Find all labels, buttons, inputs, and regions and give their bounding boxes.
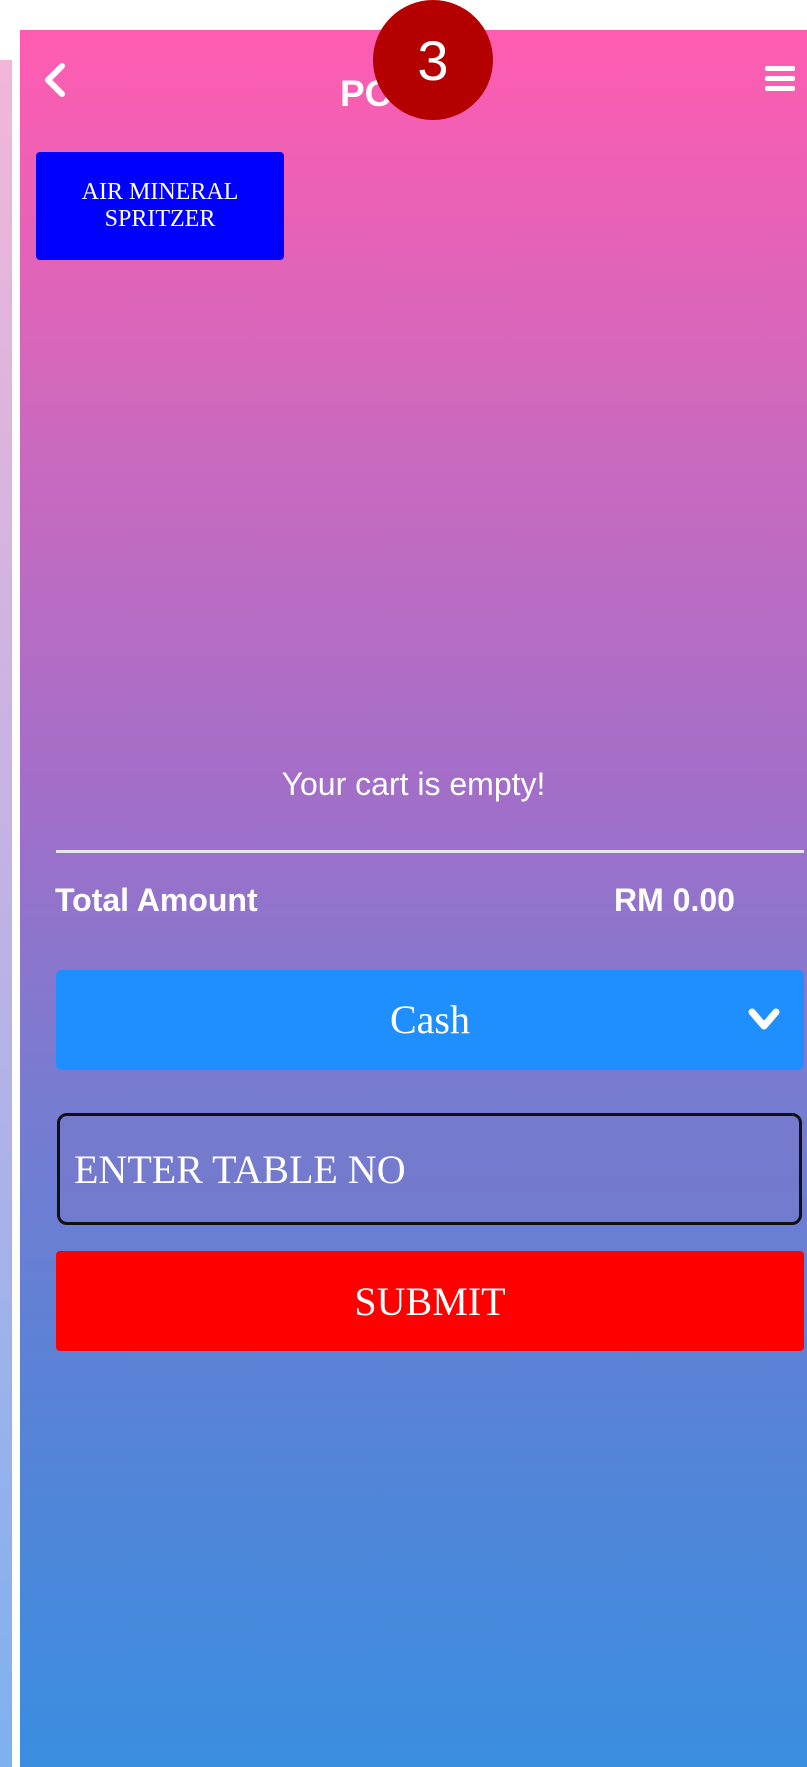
payment-method-value: Cash <box>390 997 470 1042</box>
product-label: AIR MINERAL SPRITZER <box>81 179 239 232</box>
panel-gap <box>12 60 20 1767</box>
hamburger-menu-icon[interactable] <box>763 62 797 96</box>
chevron-left-icon[interactable] <box>40 60 70 100</box>
table-number-input[interactable] <box>57 1113 802 1225</box>
total-amount-value: RM 0.00 <box>614 882 735 918</box>
background-panel-edge <box>0 60 12 1767</box>
step-number-badge: 3 <box>373 0 493 120</box>
total-amount-label: Total Amount <box>55 882 258 918</box>
submit-button[interactable]: SUBMIT <box>56 1251 804 1351</box>
cart-empty-message: Your cart is empty! <box>281 766 546 802</box>
divider <box>56 850 804 853</box>
product-tile-air-mineral-spritzer[interactable]: AIR MINERAL SPRITZER <box>36 152 284 260</box>
pos-screen: POS AIR MINERAL SPRITZER Your cart is em… <box>20 30 807 1767</box>
chevron-down-icon <box>744 1000 784 1040</box>
payment-method-select[interactable]: Cash <box>56 970 804 1070</box>
